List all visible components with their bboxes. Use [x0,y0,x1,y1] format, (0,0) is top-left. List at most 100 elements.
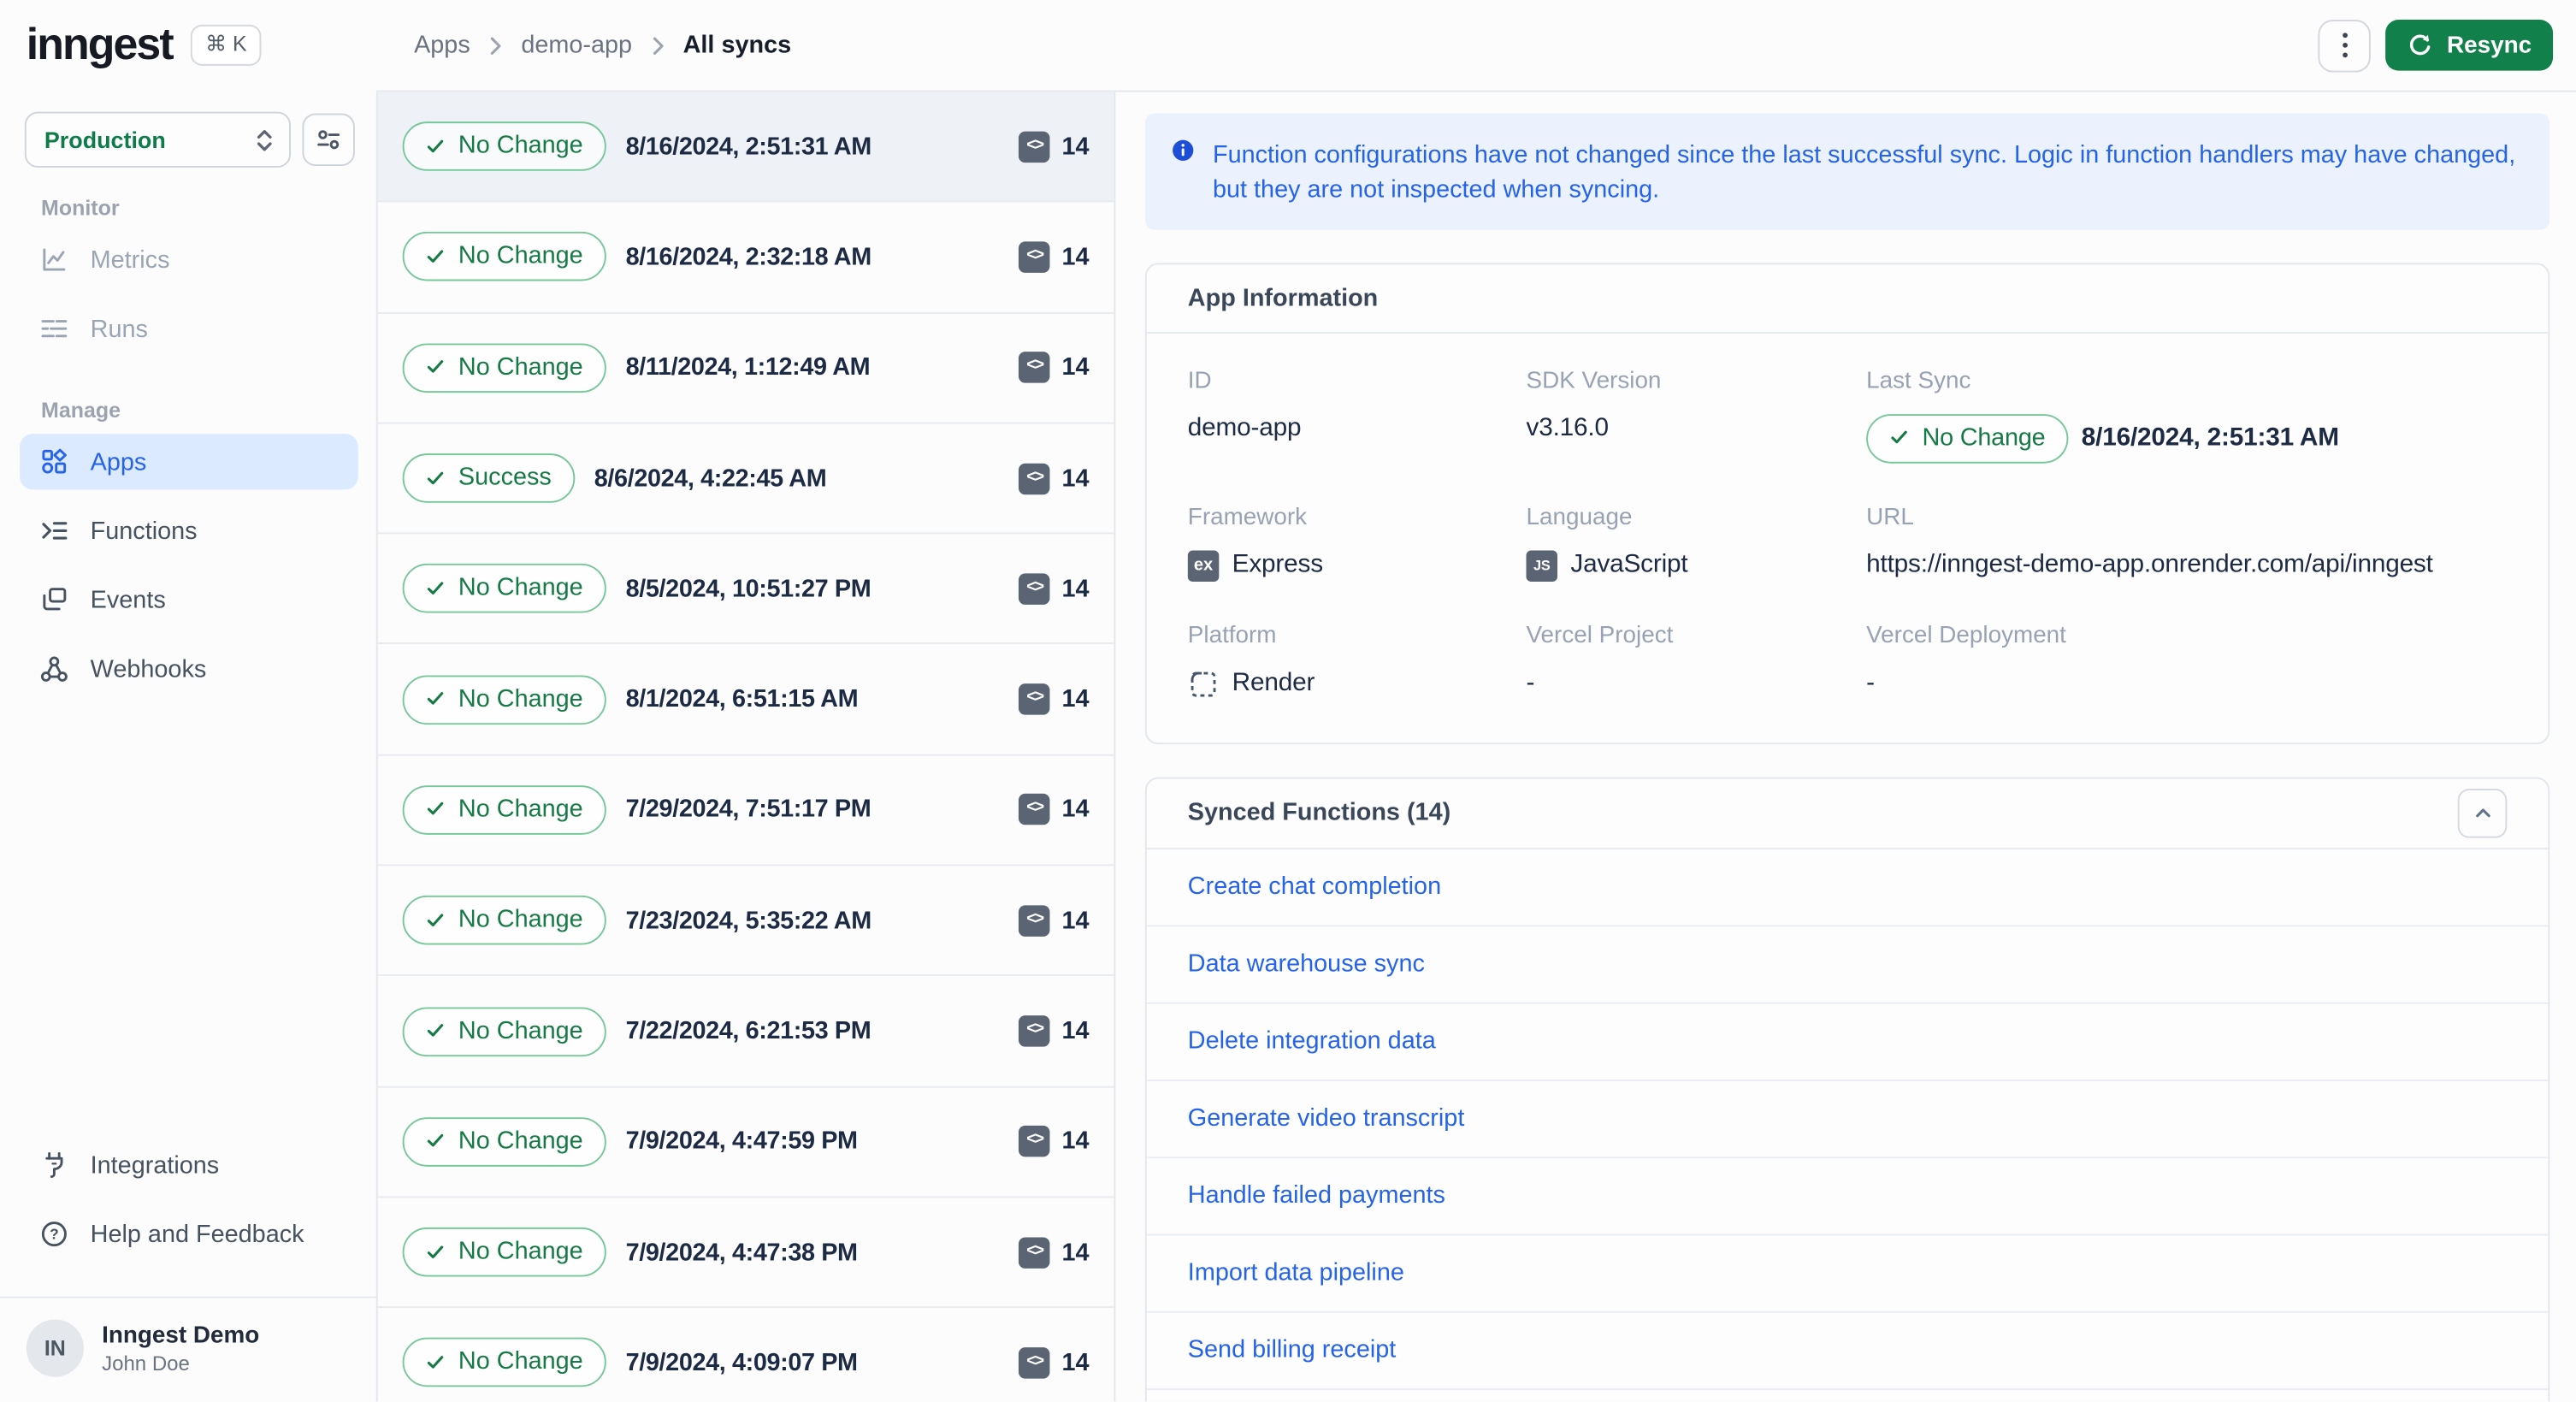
field-url: URL https://inngest-demo-app.onrender.co… [1866,503,2433,578]
sidebar-item-help[interactable]: ? Help and Feedback [20,1206,358,1262]
render-icon [1191,671,1216,696]
sync-status-badge: No Change [402,674,606,725]
function-link[interactable]: Send billing receipt [1188,1336,1396,1364]
field-last-sync: Last Sync No Change 8/16/2024, 2:51:31 A… [1866,368,2507,463]
function-row[interactable]: Import data pipeline [1146,1235,2549,1313]
collapse-button[interactable] [2457,788,2508,837]
sidebar-item-webhooks[interactable]: Webhooks [20,641,358,696]
function-row[interactable]: Handle failed payments [1146,1157,2549,1235]
function-link[interactable]: Delete integration data [1188,1027,1436,1056]
sync-status-badge: No Change [402,564,606,614]
code-icon: <> [1019,352,1051,384]
express-icon: ex [1187,549,1220,582]
function-count: 14 [1061,353,1090,382]
sync-timestamp: 7/23/2024, 5:35:22 AM [625,906,872,935]
sync-status-badge: No Change [402,342,606,393]
sync-list-item[interactable]: No Change 8/11/2024, 1:12:49 AM <> 14 [377,313,1114,424]
nav-section-manage: Manage [41,397,121,423]
check-icon [427,250,444,263]
chevron-right-icon [653,36,664,55]
functions-icon [42,522,68,540]
sync-list-item[interactable]: No Change 8/16/2024, 2:32:18 AM <> 14 [377,203,1114,314]
sync-timestamp: 8/6/2024, 4:22:45 AM [594,464,827,493]
sync-status-badge: No Change [402,121,606,172]
function-row-clipped [1147,1389,2549,1401]
info-banner: Function configurations have not changed… [1144,113,2550,230]
function-link[interactable]: Generate video transcript [1188,1104,1465,1133]
field-vercel-project: Vercel Project - [1526,622,1674,696]
webhooks-icon [40,656,68,682]
function-count: 14 [1061,464,1090,493]
function-row[interactable]: Generate video transcript [1146,1080,2549,1158]
sidebar-item-metrics[interactable]: Metrics [20,232,358,287]
function-link[interactable]: Import data pipeline [1188,1259,1404,1287]
function-row[interactable]: Delete integration data [1146,1003,2549,1081]
field-id: ID demo-app [1187,367,1302,441]
breadcrumb-all-syncs: All syncs [682,31,792,60]
sync-timestamp: 7/9/2024, 4:47:59 PM [625,1127,858,1156]
check-icon [427,470,444,484]
sidebar-item-integrations[interactable]: Integrations [20,1137,358,1192]
synced-functions-title: Synced Functions (14) [1187,798,1451,827]
function-count: 14 [1061,1127,1090,1156]
sidebar-item-functions[interactable]: Functions [20,503,358,559]
sync-list-item[interactable]: No Change 8/5/2024, 10:51:27 PM <> 14 [377,535,1114,645]
plug-icon [45,1152,63,1178]
help-icon: ? [41,1222,67,1247]
function-row[interactable]: Send billing receipt [1146,1312,2549,1390]
sidebar-item-label: Apps [90,447,147,476]
avatar: IN [26,1319,84,1377]
sync-list-item[interactable]: No Change 8/16/2024, 2:51:31 AM <> 14 [377,92,1114,203]
code-icon: <> [1019,1346,1051,1379]
sidebar-item-label: Help and Feedback [90,1220,304,1248]
field-framework: Framework ex Express [1187,504,1527,582]
sync-list-item[interactable]: No Change 7/22/2024, 6:21:53 PM <> 14 [377,977,1114,1088]
more-options-button[interactable] [2319,19,2372,72]
field-sdk-version: SDK Version v3.16.0 [1526,367,1662,441]
sync-status-badge: No Change [402,232,606,282]
function-link[interactable]: Handle failed payments [1188,1181,1445,1210]
resync-icon [2410,33,2431,55]
breadcrumb-apps[interactable]: Apps [414,31,470,59]
app-window: inngest ⌘ K Production Monitor Metrics R… [0,0,2576,1402]
sync-list-item[interactable]: Success 8/6/2024, 4:22:45 AM <> 14 [377,423,1114,535]
sync-detail-panel: Function configurations have not changed… [1115,92,2576,1402]
function-count: 14 [1061,1017,1090,1045]
sidebar-item-events[interactable]: Events [20,571,358,627]
breadcrumb: Apps demo-app All syncs [414,31,791,59]
function-link[interactable]: Create chat completion [1188,873,1441,901]
sidebar-item-apps[interactable]: Apps [20,434,358,490]
sync-timestamp: 8/16/2024, 2:51:31 AM [625,132,872,161]
check-icon [427,692,444,705]
check-icon [1891,430,1907,444]
check-icon [427,1134,444,1148]
events-icon [43,588,67,611]
function-link[interactable]: Data warehouse sync [1188,949,1425,978]
sync-list-item[interactable]: No Change 8/1/2024, 6:51:15 AM <> 14 [377,645,1114,756]
last-sync-time: 8/16/2024, 2:51:31 AM [2081,423,2339,452]
sync-list-item[interactable]: No Change 7/9/2024, 4:47:59 PM <> 14 [377,1087,1114,1198]
user-name: John Doe [102,1351,190,1375]
resync-button[interactable]: Resync [2385,20,2554,71]
user-profile[interactable]: IN Inngest Demo John Doe [0,1298,378,1402]
sidebar-item-label: Functions [90,517,198,545]
check-icon [427,1355,444,1369]
sync-list-item[interactable]: No Change 7/9/2024, 4:47:38 PM <> 14 [377,1198,1114,1309]
command-k-shortcut[interactable]: ⌘ K [190,24,263,66]
sync-list-item[interactable]: No Change 7/29/2024, 7:51:17 PM <> 14 [377,755,1114,867]
environment-value: Production [44,126,166,153]
sidebar-item-runs[interactable]: Runs [20,301,358,357]
sync-list-item[interactable]: No Change 7/9/2024, 4:09:07 PM <> 14 [378,1309,1114,1402]
apps-icon [42,448,67,474]
environment-settings-button[interactable] [302,113,355,167]
function-row[interactable]: Create chat completion [1146,849,2549,926]
environment-selector[interactable]: Production [24,111,291,168]
function-row[interactable]: Data warehouse sync [1146,926,2549,1003]
app-information-title: App Information [1187,283,1379,312]
breadcrumb-demo-app[interactable]: demo-app [521,31,632,59]
function-count: 14 [1061,1348,1090,1377]
inngest-logo[interactable]: inngest [27,20,174,71]
sync-list-item[interactable]: No Change 7/23/2024, 5:35:22 AM <> 14 [377,866,1114,977]
sidebar: inngest ⌘ K Production Monitor Metrics R… [0,0,378,1402]
code-icon: <> [1019,130,1051,163]
